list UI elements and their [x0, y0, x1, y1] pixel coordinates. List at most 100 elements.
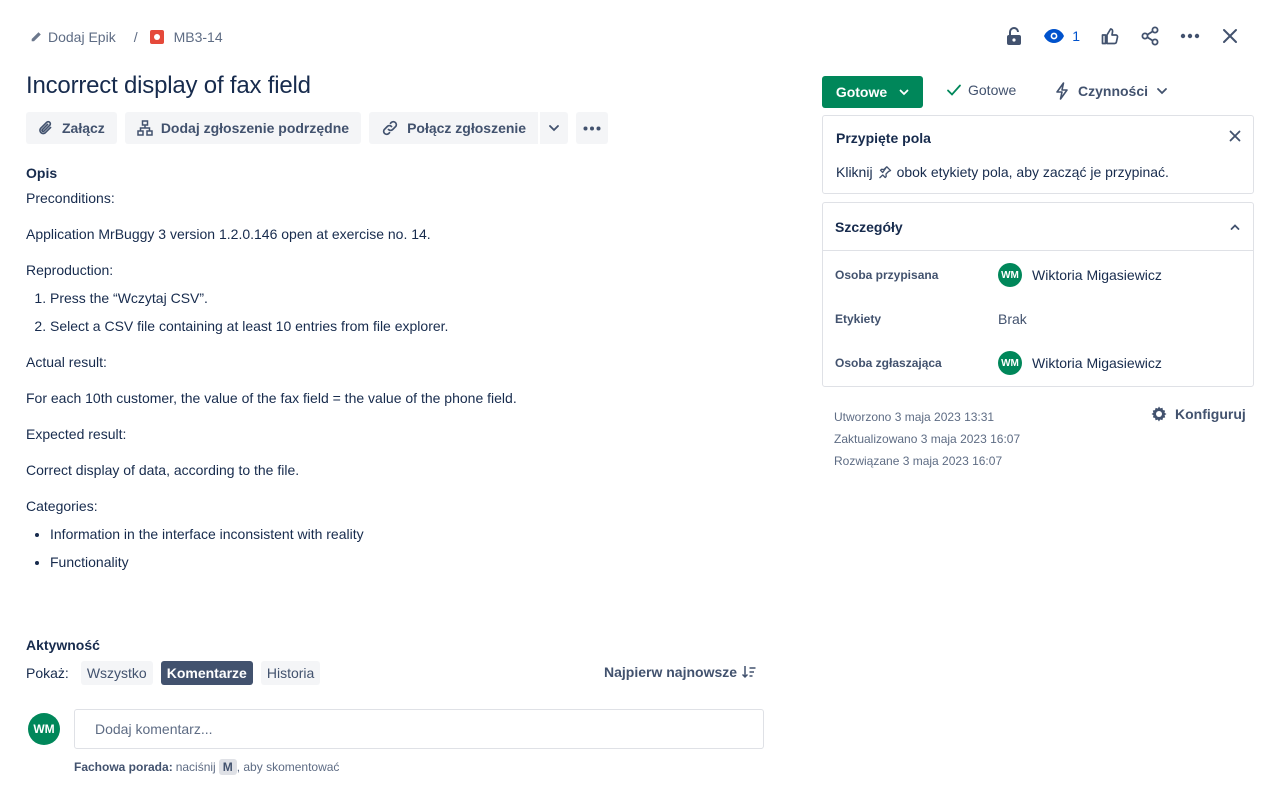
configure-label: Konfiguruj	[1175, 406, 1246, 422]
assignee-row: Osoba przypisana WM Wiktoria Migasiewicz	[835, 263, 1162, 287]
share-icon	[1140, 26, 1160, 46]
add-epic-label: Dodaj Epik	[48, 29, 116, 45]
chevron-down-icon	[1156, 87, 1168, 95]
filter-comments[interactable]: Komentarze	[160, 661, 253, 685]
toolbar-more-button[interactable]	[576, 112, 609, 144]
lightning-icon	[1054, 82, 1070, 100]
lock-icon	[1006, 27, 1022, 45]
link-issue-button[interactable]: Połącz zgłoszenie	[369, 112, 539, 144]
paperclip-icon	[38, 120, 54, 136]
actual-text: For each 10th customer, the value of the…	[26, 390, 517, 406]
issue-key-link[interactable]: MB3-14	[149, 29, 223, 45]
more-icon	[583, 126, 601, 131]
add-child-issue-button[interactable]: Dodaj zgłoszenie podrzędne	[124, 112, 362, 144]
issue-key: MB3-14	[173, 29, 223, 45]
pro-tip-rest: , aby skomentować	[236, 760, 340, 774]
labels-value[interactable]: Brak	[998, 311, 1027, 327]
details-header[interactable]: Szczegóły	[823, 203, 1253, 251]
activity-filter: Pokaż: Wszystko Komentarze Historia	[26, 661, 321, 685]
chevron-down-icon	[548, 124, 560, 132]
resolution: Gotowe	[946, 82, 1016, 98]
attach-button[interactable]: Załącz	[26, 112, 117, 144]
hierarchy-icon	[137, 120, 153, 136]
description-body[interactable]: Preconditions: Application MrBuggy 3 ver…	[26, 188, 766, 588]
attach-label: Załącz	[62, 120, 105, 136]
pro-tip: Fachowa porada: naciśnij M , aby skoment…	[74, 759, 339, 775]
bug-icon	[149, 30, 164, 44]
breadcrumb: Dodaj Epik / MB3-14	[30, 27, 223, 47]
reporter-name: Wiktoria Migasiewicz	[1032, 355, 1162, 371]
actual-heading: Actual result:	[26, 354, 107, 370]
pencil-icon	[30, 31, 42, 43]
actions-button[interactable]: Czynności	[1054, 82, 1168, 100]
reproduction-steps: Press the “Wczytaj CSV”. Select a CSV fi…	[50, 288, 766, 336]
reproduction-heading: Reproduction:	[26, 262, 114, 278]
more-actions-button[interactable]	[1176, 22, 1204, 50]
filter-all[interactable]: Wszystko	[80, 661, 153, 685]
sort-label: Najpierw najnowsze	[604, 664, 738, 680]
details-panel: Szczegóły Osoba przypisana WM Wiktoria M…	[822, 202, 1254, 387]
filter-history[interactable]: Historia	[260, 661, 321, 685]
avatar: WM	[998, 351, 1022, 375]
restrictions-button[interactable]	[1000, 22, 1028, 50]
add-epic-link[interactable]: Dodaj Epik	[30, 29, 116, 45]
vote-button[interactable]	[1096, 22, 1124, 50]
reporter-row: Osoba zgłaszająca WM Wiktoria Migasiewic…	[835, 351, 1162, 375]
thumbs-up-icon	[1101, 27, 1119, 45]
categories-list: Information in the interface inconsisten…	[50, 524, 766, 572]
watch-button[interactable]: 1	[1040, 22, 1084, 50]
status-button[interactable]: Gotowe	[822, 76, 923, 108]
resolved-date: Rozwiązane 3 maja 2023 16:07	[834, 454, 1003, 468]
status-label: Gotowe	[835, 84, 888, 100]
more-icon	[1180, 33, 1200, 39]
assignee-value[interactable]: WM Wiktoria Migasiewicz	[998, 263, 1162, 287]
share-button[interactable]	[1136, 22, 1164, 50]
pinned-fields-hint: Kliknij obok etykiety pola, aby zacząć j…	[836, 164, 1169, 180]
sort-order-button[interactable]: Najpierw najnowsze	[604, 664, 757, 680]
pro-tip-label: Fachowa porada:	[74, 760, 173, 774]
list-item: Information in the interface inconsisten…	[50, 524, 766, 544]
eye-icon	[1044, 29, 1065, 43]
breadcrumb-separator: /	[133, 29, 138, 45]
show-label: Pokaż:	[26, 665, 69, 681]
activity-label: Aktywność	[26, 637, 100, 653]
link-icon	[381, 119, 399, 137]
checkmark-icon	[946, 83, 962, 97]
pinned-hint-end: obok etykiety pola, aby zacząć je przypi…	[896, 164, 1169, 180]
expected-text: Correct display of data, according to th…	[26, 462, 300, 478]
actions-label: Czynności	[1078, 83, 1149, 99]
reporter-value[interactable]: WM Wiktoria Migasiewicz	[998, 351, 1162, 375]
details-title: Szczegóły	[835, 218, 903, 235]
avatar: WM	[28, 713, 60, 745]
pro-tip-press: naciśnij	[175, 760, 216, 774]
close-icon	[1229, 130, 1241, 142]
expected-heading: Expected result:	[26, 426, 127, 442]
watchers-count: 1	[1072, 28, 1080, 44]
list-item: Select a CSV file containing at least 10…	[50, 316, 766, 336]
link-issue-dropdown[interactable]	[540, 112, 569, 144]
preconditions-text: Application MrBuggy 3 version 1.2.0.146 …	[26, 226, 431, 242]
comment-input[interactable]	[74, 709, 764, 749]
labels-label: Etykiety	[835, 312, 882, 326]
close-icon	[1222, 28, 1238, 44]
updated-date: Zaktualizowano 3 maja 2023 16:07	[834, 432, 1021, 446]
resolution-label: Gotowe	[968, 82, 1017, 98]
close-button[interactable]	[1216, 22, 1244, 50]
add-child-issue-label: Dodaj zgłoszenie podrzędne	[160, 120, 350, 136]
shortcut-key: M	[218, 759, 237, 775]
pinned-fields-close-button[interactable]	[1229, 130, 1241, 142]
pin-icon	[878, 165, 892, 179]
issue-title[interactable]: Incorrect display of fax field	[26, 72, 311, 100]
description-label: Opis	[26, 165, 58, 181]
configure-button[interactable]: Konfiguruj	[1150, 405, 1246, 423]
list-item: Press the “Wczytaj CSV”.	[50, 288, 766, 308]
reporter-label: Osoba zgłaszająca	[835, 356, 942, 370]
labels-row: Etykiety Brak	[835, 307, 1027, 331]
issue-toolbar: Załącz Dodaj zgłoszenie podrzędne Połącz…	[26, 112, 609, 144]
avatar: WM	[998, 263, 1022, 287]
assignee-name: Wiktoria Migasiewicz	[1032, 267, 1162, 283]
categories-heading: Categories:	[26, 498, 98, 514]
link-issue-group: Połącz zgłoszenie	[369, 112, 569, 144]
chevron-up-icon	[1229, 223, 1241, 231]
issue-dates: Utworzono 3 maja 2023 13:31 Zaktualizowa…	[834, 406, 1020, 472]
